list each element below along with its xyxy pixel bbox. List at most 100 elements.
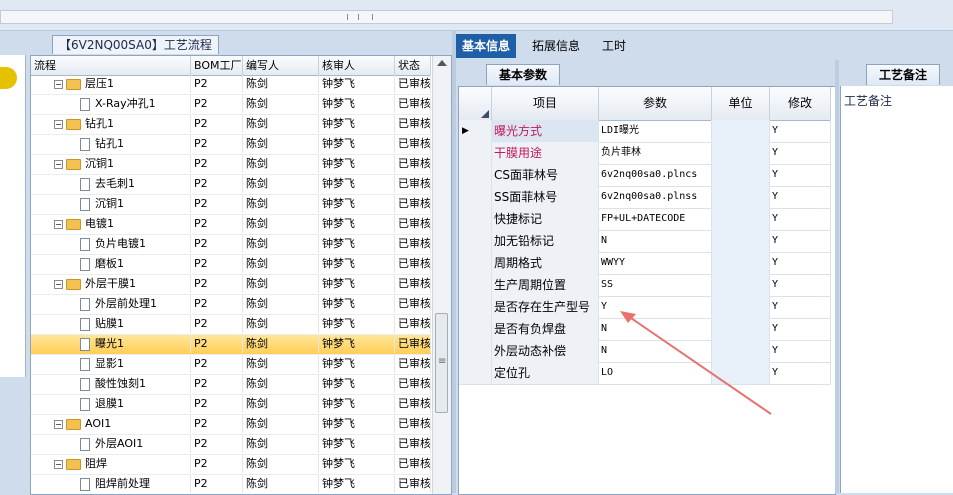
tree-row[interactable]: − 阻焊 P2 陈剑 钟梦飞 已审核 (31, 455, 431, 475)
param-value-cell[interactable]: SS (599, 274, 712, 296)
param-row[interactable]: ▶ 曝光方式 LDI曝光 Y (459, 120, 831, 143)
column-header-status[interactable]: 状态 (395, 56, 431, 75)
param-unit-cell[interactable] (712, 296, 770, 318)
collapse-toggle-icon[interactable]: − (54, 419, 63, 429)
tree-node[interactable]: − AOI1 (31, 415, 191, 433)
tree-node[interactable]: 酸性蚀刻1 (31, 375, 191, 393)
tree-node[interactable]: 去毛刺1 (31, 175, 191, 193)
param-value-cell[interactable]: LDI曝光 (599, 120, 712, 142)
tree-node[interactable]: 负片电镀1 (31, 235, 191, 253)
tree-row[interactable]: − AOI1 P2 陈剑 钟梦飞 已审核 (31, 415, 431, 435)
param-row[interactable]: 是否有负焊盘 N Y (459, 318, 831, 341)
collapse-toggle-icon[interactable]: − (54, 119, 63, 129)
param-value-cell[interactable]: 负片菲林 (599, 142, 712, 164)
tree-node[interactable]: − 阻焊 (31, 455, 191, 473)
column-header-flow[interactable]: 流程 (31, 56, 191, 75)
tree-row[interactable]: − 外层干膜1 P2 陈剑 钟梦飞 已审核 (31, 275, 431, 295)
param-edit-cell[interactable]: Y (770, 230, 831, 252)
param-row[interactable]: 定位孔 LO Y (459, 362, 831, 385)
param-edit-cell[interactable]: Y (770, 120, 831, 142)
param-unit-cell[interactable] (712, 164, 770, 186)
tree-node[interactable]: 曝光1 (31, 335, 191, 353)
param-value-cell[interactable]: 6v2nq00sa0.plnss (599, 186, 712, 208)
row-indicator[interactable] (459, 252, 492, 274)
tree-row[interactable]: 贴膜1 P2 陈剑 钟梦飞 已审核 (31, 315, 431, 335)
tree-node[interactable]: − 外层干膜1 (31, 275, 191, 293)
tab-work-hours[interactable]: 工时 (596, 34, 632, 58)
collapse-toggle-icon[interactable]: − (54, 159, 63, 169)
tree-row[interactable]: − 沉铜1 P2 陈剑 钟梦飞 已审核 (31, 155, 431, 175)
param-edit-cell[interactable]: Y (770, 186, 831, 208)
param-unit-cell[interactable] (712, 340, 770, 362)
collapse-toggle-icon[interactable]: − (54, 279, 63, 289)
param-row[interactable]: 加无铅标记 N Y (459, 230, 831, 253)
row-indicator[interactable] (459, 318, 492, 340)
tab-extended-info[interactable]: 拓展信息 (526, 34, 586, 58)
param-row[interactable]: CS面菲林号 6v2nq00sa0.plncs Y (459, 164, 831, 187)
tree-node[interactable]: 磨板1 (31, 255, 191, 273)
column-header-item[interactable]: 项目 (492, 87, 599, 120)
current-row-indicator-icon[interactable]: ▶ (459, 120, 492, 142)
tree-row[interactable]: 阻焊前处理 P2 陈剑 钟梦飞 已审核 (31, 475, 431, 494)
param-value-cell[interactable]: FP+UL+DATECODE (599, 208, 712, 230)
row-indicator[interactable] (459, 186, 492, 208)
scrollbar-thumb[interactable] (435, 313, 448, 413)
param-edit-cell[interactable]: Y (770, 274, 831, 296)
param-unit-cell[interactable] (712, 230, 770, 252)
param-value-cell[interactable]: Y (599, 296, 712, 318)
tab-basic-info[interactable]: 基本信息 (456, 34, 517, 58)
tree-row[interactable]: 去毛刺1 P2 陈剑 钟梦飞 已审核 (31, 175, 431, 195)
row-indicator[interactable] (459, 274, 492, 296)
scroll-up-icon[interactable] (437, 60, 447, 66)
param-edit-cell[interactable]: Y (770, 252, 831, 274)
param-edit-cell[interactable]: Y (770, 142, 831, 164)
param-edit-cell[interactable]: Y (770, 296, 831, 318)
param-row[interactable]: 外层动态补偿 N Y (459, 340, 831, 363)
column-header-writer[interactable]: 编写人 (243, 56, 319, 75)
tree-node[interactable]: X-Ray冲孔1 (31, 95, 191, 113)
scrollbar-thumb[interactable] (347, 14, 373, 20)
collapse-toggle-icon[interactable]: − (54, 79, 63, 89)
param-value-cell[interactable]: N (599, 230, 712, 252)
column-header-param[interactable]: 参数 (599, 87, 712, 120)
row-indicator[interactable] (459, 230, 492, 252)
row-indicator[interactable] (459, 296, 492, 318)
tree-node[interactable]: 钻孔1 (31, 135, 191, 153)
column-header-reviewer[interactable]: 核审人 (319, 56, 395, 75)
tree-node[interactable]: 外层前处理1 (31, 295, 191, 313)
tree-row[interactable]: 沉铜1 P2 陈剑 钟梦飞 已审核 (31, 195, 431, 215)
panel-splitter[interactable] (452, 30, 456, 493)
tree-row[interactable]: − 电镀1 P2 陈剑 钟梦飞 已审核 (31, 215, 431, 235)
param-row[interactable]: 周期格式 WWYY Y (459, 252, 831, 275)
row-indicator[interactable] (459, 208, 492, 230)
tree-row[interactable]: X-Ray冲孔1 P2 陈剑 钟梦飞 已审核 (31, 95, 431, 115)
tree-vertical-scrollbar[interactable] (432, 56, 451, 494)
tree-node[interactable]: − 沉铜1 (31, 155, 191, 173)
column-header-edit[interactable]: 修改 (770, 87, 831, 120)
param-edit-cell[interactable]: Y (770, 362, 831, 384)
tree-node[interactable]: − 钻孔1 (31, 115, 191, 133)
tree-row[interactable]: − 钻孔1 P2 陈剑 钟梦飞 已审核 (31, 115, 431, 135)
param-edit-cell[interactable]: Y (770, 340, 831, 362)
param-unit-cell[interactable] (712, 208, 770, 230)
param-unit-cell[interactable] (712, 252, 770, 274)
tab-basic-params[interactable]: 基本参数 (486, 64, 560, 85)
tree-row[interactable]: 外层AOI1 P2 陈剑 钟梦飞 已审核 (31, 435, 431, 455)
tree-node[interactable]: 沉铜1 (31, 195, 191, 213)
param-row[interactable]: 生产周期位置 SS Y (459, 274, 831, 297)
tree-row[interactable]: 负片电镀1 P2 陈剑 钟梦飞 已审核 (31, 235, 431, 255)
tree-node[interactable]: 贴膜1 (31, 315, 191, 333)
row-indicator[interactable] (459, 340, 492, 362)
tree-row[interactable]: 曝光1 P2 陈剑 钟梦飞 已审核 (31, 335, 431, 355)
tree-node[interactable]: 外层AOI1 (31, 435, 191, 453)
tree-row[interactable]: − 层压1 P2 陈剑 钟梦飞 已审核 (31, 75, 431, 95)
param-unit-cell[interactable] (712, 186, 770, 208)
column-header-unit[interactable]: 单位 (712, 87, 770, 120)
param-unit-cell[interactable] (712, 142, 770, 164)
tree-row[interactable]: 磨板1 P2 陈剑 钟梦飞 已审核 (31, 255, 431, 275)
param-value-cell[interactable]: LO (599, 362, 712, 384)
param-row[interactable]: 快捷标记 FP+UL+DATECODE Y (459, 208, 831, 231)
param-row[interactable]: 是否存在生产型号 Y Y (459, 296, 831, 319)
tree-row[interactable]: 酸性蚀刻1 P2 陈剑 钟梦飞 已审核 (31, 375, 431, 395)
param-row[interactable]: 干膜用途 负片菲林 Y (459, 142, 831, 165)
